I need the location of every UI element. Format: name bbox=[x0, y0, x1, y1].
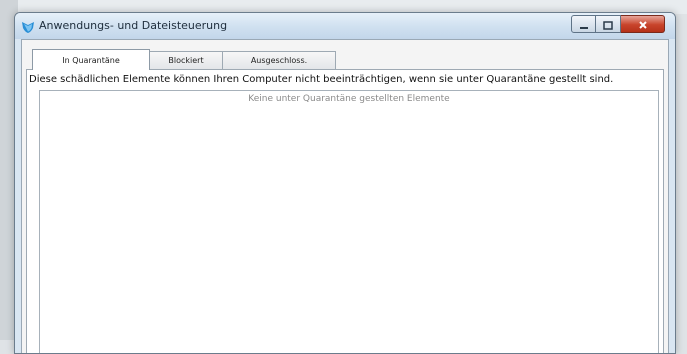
empty-list-message: Keine unter Quarantäne gestellten Elemen… bbox=[248, 94, 450, 104]
close-button[interactable] bbox=[621, 15, 665, 33]
client-area: In Quarantäne Blockiert Ausgeschloss. Di… bbox=[21, 39, 669, 353]
tab-quarantine[interactable]: In Quarantäne bbox=[32, 49, 150, 70]
close-icon bbox=[638, 15, 648, 34]
tab-panel-quarantine: Diese schädlichen Elemente können Ihren … bbox=[26, 69, 664, 353]
shield-icon bbox=[21, 19, 35, 33]
maximize-icon bbox=[603, 15, 613, 34]
minimize-icon bbox=[579, 15, 589, 34]
minimize-button[interactable] bbox=[571, 15, 596, 33]
window-controls bbox=[571, 15, 665, 33]
tab-blocked[interactable]: Blockiert bbox=[149, 51, 223, 69]
quarantine-description: Diese schädlichen Elemente können Ihren … bbox=[29, 74, 614, 85]
tab-strip: In Quarantäne Blockiert Ausgeschloss. bbox=[32, 49, 336, 70]
window-title: Anwendungs- und Dateisteuerung bbox=[39, 19, 228, 32]
title-bar[interactable]: Anwendungs- und Dateisteuerung bbox=[15, 13, 675, 39]
app-window: Anwendungs- und Dateisteuerung In Quaran… bbox=[14, 12, 676, 354]
maximize-button[interactable] bbox=[596, 15, 621, 33]
quarantine-list[interactable]: Keine unter Quarantäne gestellten Elemen… bbox=[39, 90, 659, 353]
tab-excluded[interactable]: Ausgeschloss. bbox=[222, 51, 336, 69]
